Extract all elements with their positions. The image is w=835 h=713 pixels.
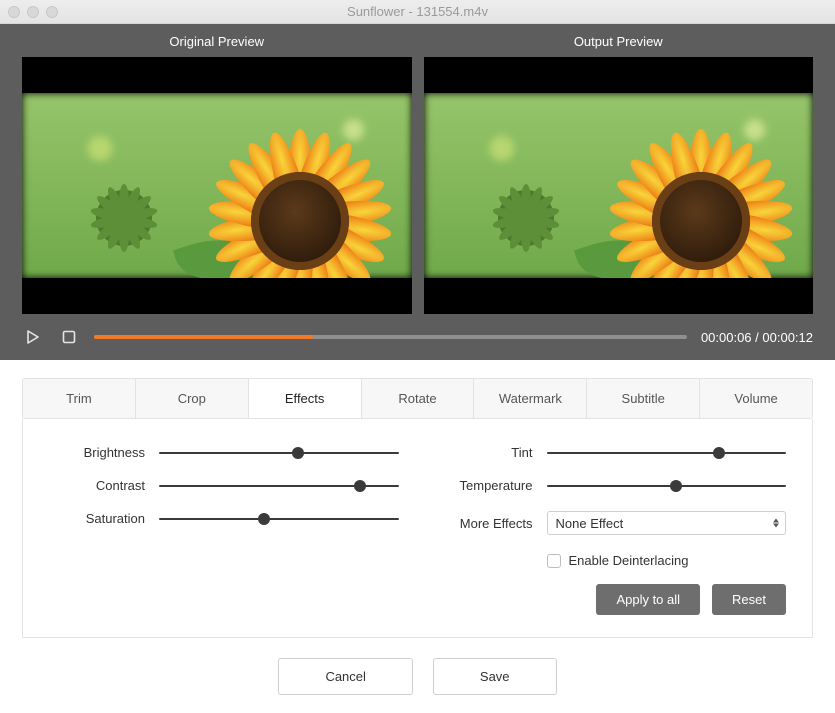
brightness-label: Brightness (49, 445, 145, 460)
more-effects-select[interactable]: None Effect (547, 511, 787, 535)
sunflower-decor (197, 119, 402, 278)
tab-crop[interactable]: Crop (136, 379, 249, 418)
stop-button[interactable] (58, 326, 80, 348)
window-title: Sunflower - 131554.m4v (0, 4, 835, 19)
editor-area: Trim Crop Effects Rotate Watermark Subti… (0, 360, 835, 713)
more-effects-label: More Effects (437, 516, 533, 531)
minimize-window-button[interactable] (27, 6, 39, 18)
temperature-knob[interactable] (670, 480, 682, 492)
time-display: 00:00:06 / 00:00:12 (701, 330, 813, 345)
more-effects-value: None Effect (556, 516, 624, 531)
preview-area: Original Preview Output Preview /*popula… (0, 24, 835, 360)
deinterlace-checkbox[interactable] (547, 554, 561, 568)
bud-decor: /*populated below*/ (84, 178, 164, 258)
saturation-knob[interactable] (258, 513, 270, 525)
output-frame (424, 93, 814, 278)
temperature-label: Temperature (437, 478, 533, 493)
apply-to-all-button[interactable]: Apply to all (596, 584, 700, 615)
tab-bar: Trim Crop Effects Rotate Watermark Subti… (22, 378, 813, 419)
original-preview-label: Original Preview (22, 24, 412, 57)
cancel-button[interactable]: Cancel (278, 658, 412, 695)
traffic-lights (8, 6, 58, 18)
brightness-knob[interactable] (292, 447, 304, 459)
close-window-button[interactable] (8, 6, 20, 18)
tint-slider[interactable] (547, 452, 787, 454)
tab-volume[interactable]: Volume (700, 379, 812, 418)
tab-effects[interactable]: Effects (249, 379, 362, 418)
contrast-slider[interactable] (159, 485, 399, 487)
temperature-slider[interactable] (547, 485, 787, 487)
output-preview-label: Output Preview (424, 24, 814, 57)
time-total: 00:00:12 (762, 330, 813, 345)
time-current: 00:00:06 (701, 330, 752, 345)
reset-button[interactable]: Reset (712, 584, 786, 615)
titlebar: Sunflower - 131554.m4v (0, 0, 835, 24)
contrast-knob[interactable] (354, 480, 366, 492)
play-button[interactable] (22, 326, 44, 348)
original-preview: /*populated below*/ (22, 57, 412, 314)
contrast-label: Contrast (49, 478, 145, 493)
brightness-slider[interactable] (159, 452, 399, 454)
saturation-slider[interactable] (159, 518, 399, 520)
progress-fill (94, 335, 313, 339)
deinterlace-label: Enable Deinterlacing (569, 553, 689, 568)
tint-label: Tint (437, 445, 533, 460)
save-button[interactable]: Save (433, 658, 557, 695)
tab-rotate[interactable]: Rotate (362, 379, 475, 418)
effects-panel: Brightness Contrast Saturation Tint (22, 419, 813, 638)
stop-icon (61, 329, 77, 345)
play-icon (25, 329, 41, 345)
saturation-label: Saturation (49, 511, 145, 526)
output-preview (424, 57, 814, 314)
tab-watermark[interactable]: Watermark (474, 379, 587, 418)
progress-track[interactable] (94, 335, 687, 339)
tint-knob[interactable] (713, 447, 725, 459)
select-stepper-icon (773, 519, 779, 528)
tab-subtitle[interactable]: Subtitle (587, 379, 700, 418)
zoom-window-button[interactable] (46, 6, 58, 18)
transport-bar: 00:00:06 / 00:00:12 (22, 314, 813, 348)
original-frame: /*populated below*/ (22, 93, 412, 278)
tab-trim[interactable]: Trim (23, 379, 136, 418)
